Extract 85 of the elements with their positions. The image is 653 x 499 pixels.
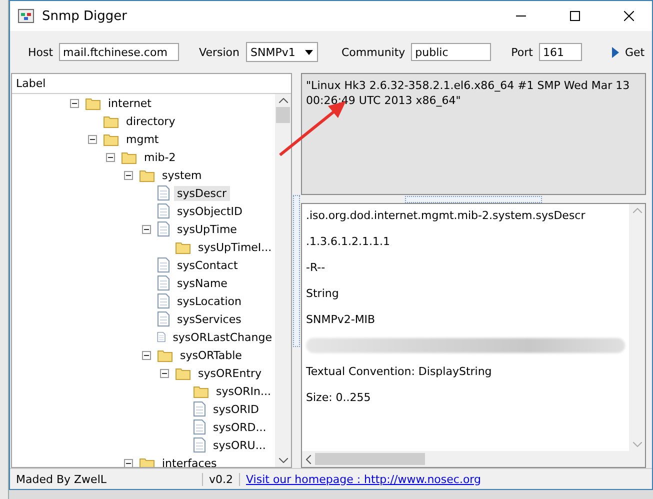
collapse-toggle[interactable]	[142, 350, 151, 360]
folder-icon	[175, 366, 191, 380]
document-icon	[193, 419, 206, 435]
play-icon	[612, 46, 619, 58]
tree-item[interactable]: sysORLastChange	[170, 330, 275, 344]
tree-item[interactable]: sysORID	[210, 402, 262, 416]
host-label: Host	[28, 46, 54, 58]
folder-icon	[103, 132, 119, 146]
document-icon	[157, 203, 170, 219]
collapse-toggle[interactable]	[124, 458, 133, 467]
detail-line: Textual Convention: DisplayString	[306, 364, 493, 379]
tree-item[interactable]: sysOREntry	[195, 366, 265, 380]
document-icon	[157, 329, 166, 345]
scroll-up-icon[interactable]	[278, 98, 288, 103]
version-text: v0.2	[203, 472, 240, 486]
tree-item[interactable]: sysDescr	[174, 186, 230, 200]
splitter-handle[interactable]	[293, 194, 300, 346]
tree-item[interactable]: sysUpTime	[174, 222, 240, 236]
author-text: Maded By ZwelL	[10, 472, 203, 486]
dropdown-caret-icon	[304, 50, 312, 54]
value-text: "Linux Hk3 2.6.32-358.2.1.el6.x86_64 #1 SMP Wed Mar 13 00:26:49 UTC 2013 x86_64"	[301, 73, 646, 195]
close-icon	[624, 11, 634, 21]
tree-item[interactable]: sysContact	[174, 258, 241, 272]
detail-line: -R--	[306, 260, 326, 275]
collapse-toggle[interactable]	[160, 368, 169, 378]
community-field[interactable]: public	[411, 43, 492, 61]
get-button[interactable]: Get	[608, 44, 649, 60]
community-label: Community	[342, 46, 406, 58]
document-icon	[157, 275, 170, 291]
port-field[interactable]: 161	[538, 43, 582, 61]
document-icon	[157, 293, 170, 309]
horizontal-scrollbar[interactable]	[302, 451, 645, 467]
scroll-thumb[interactable]	[276, 107, 290, 123]
detail-line: .iso.org.dod.internet.mgmt.mib-2.system.sysDescr	[306, 208, 586, 223]
collapse-toggle[interactable]	[106, 152, 115, 162]
host-field[interactable]: mail.ftchinese.com	[59, 43, 180, 61]
collapse-toggle[interactable]	[88, 134, 97, 144]
tree-item[interactable]: sysUpTimeI...	[195, 240, 275, 254]
document-icon	[193, 401, 206, 417]
folder-icon	[103, 114, 119, 128]
scroll-down-icon[interactable]	[278, 458, 288, 463]
folder-icon	[121, 150, 137, 164]
document-icon	[157, 185, 170, 201]
app-icon	[18, 9, 34, 23]
tree-item[interactable]: sysORTable	[177, 348, 245, 362]
detail-line: Size: 0..255	[306, 390, 372, 405]
scroll-left-icon[interactable]	[306, 454, 311, 464]
document-icon	[157, 257, 170, 273]
splitter-handle[interactable]	[405, 196, 542, 202]
tree-item[interactable]: mgmt	[123, 132, 162, 146]
tree-item[interactable]: sysName	[174, 276, 230, 290]
window-title: Snmp Digger	[42, 8, 128, 24]
port-label: Port	[511, 46, 533, 58]
tree-item[interactable]: directory	[123, 114, 178, 128]
folder-icon	[139, 456, 155, 467]
tree-item[interactable]: system	[159, 168, 205, 182]
homepage-link[interactable]: Visit our homepage : http://www.nosec.org	[240, 472, 481, 486]
folder-icon	[157, 348, 173, 362]
tree-item[interactable]: sysObjectID	[174, 204, 246, 218]
document-icon	[193, 437, 206, 453]
folder-icon	[139, 168, 155, 182]
folder-icon	[175, 240, 191, 254]
tree-item[interactable]: sysORU...	[210, 438, 269, 452]
scrollbar[interactable]	[275, 94, 291, 467]
document-icon	[157, 221, 170, 237]
folder-icon	[193, 384, 209, 398]
collapse-toggle[interactable]	[124, 170, 133, 180]
tree-item[interactable]: internet	[105, 96, 154, 110]
collapse-toggle[interactable]	[70, 98, 79, 108]
version-label: Version	[199, 46, 240, 58]
collapse-toggle[interactable]	[142, 224, 151, 234]
tree-item[interactable]: interfaces	[159, 456, 220, 467]
folder-icon	[85, 96, 101, 110]
tree-item[interactable]: sysServices	[174, 312, 244, 326]
tree-item[interactable]: sysORIn...	[213, 384, 274, 398]
document-icon	[157, 311, 170, 327]
tree-item[interactable]: sysLocation	[174, 294, 244, 308]
detail-line: .1.3.6.1.2.1.1.1	[306, 234, 391, 249]
scroll-thumb[interactable]	[315, 453, 425, 465]
tree-item[interactable]: mib-2	[141, 150, 179, 164]
tree-item[interactable]: sysORD...	[210, 420, 270, 434]
maximize-icon	[570, 11, 580, 21]
detail-line: SNMPv2-MIB	[306, 312, 376, 327]
detail-line: String	[306, 286, 340, 301]
version-dropdown[interactable]: SNMPv1	[246, 42, 318, 62]
